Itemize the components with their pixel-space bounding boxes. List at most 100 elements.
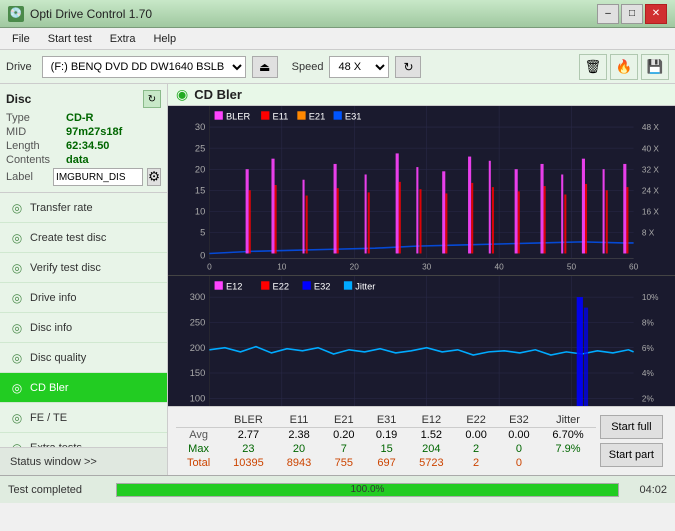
sidebar-item-create-test-disc[interactable]: ◎ Create test disc [0,223,167,253]
app-icon: 💿 [8,6,24,22]
sidebar-item-disc-quality[interactable]: ◎ Disc quality [0,343,167,373]
bottom-chart-svg: 300 250 200 150 100 50 10% 8% 6% 4% 2% 0… [168,276,675,406]
svg-text:0: 0 [200,250,205,261]
sidebar-item-transfer-rate[interactable]: ◎ Transfer rate [0,193,167,223]
svg-text:20: 20 [195,163,205,174]
drive-info-label: Drive info [30,292,76,304]
label-input[interactable] [53,168,143,186]
close-button[interactable]: ✕ [645,4,667,24]
drive-label: Drive [6,61,32,73]
max-e12: 204 [408,442,455,456]
chart-top: 30 25 20 15 10 5 0 48 X 40 X 32 X 24 X 1… [168,106,675,276]
app-title: Opti Drive Control 1.70 [30,7,152,21]
svg-text:8%: 8% [642,317,655,327]
chart-bottom: 300 250 200 150 100 50 10% 8% 6% 4% 2% 0… [168,276,675,406]
minimize-button[interactable]: – [597,4,619,24]
sidebar-item-disc-info[interactable]: ◎ Disc info [0,313,167,343]
stats-header-e11: E11 [276,413,323,428]
verify-test-disc-icon: ◎ [10,261,24,275]
chart-title: CD Bler [194,87,242,102]
contents-value: data [66,154,89,166]
sidebar-item-cd-bler[interactable]: ◎ CD Bler [0,373,167,403]
menu-file[interactable]: File [4,31,38,47]
chart-header: ◉ CD Bler [168,84,675,106]
drive-info-icon: ◎ [10,291,24,305]
table-row: Total 10395 8943 755 697 5723 2 0 [176,456,596,470]
avg-e12: 1.52 [408,427,455,442]
fe-te-label: FE / TE [30,412,67,424]
svg-text:20: 20 [350,261,360,271]
max-label: Max [176,442,221,456]
main-layout: Disc ↻ Type CD-R MID 97m27s18f Length 62… [0,84,675,475]
start-part-button[interactable]: Start part [600,443,663,467]
max-jitter: 7.9% [540,442,595,456]
disc-quality-icon: ◎ [10,351,24,365]
mid-value: 97m27s18f [66,126,122,138]
sidebar-item-verify-test-disc[interactable]: ◎ Verify test disc [0,253,167,283]
menu-help[interactable]: Help [145,31,184,47]
avg-e21: 0.20 [322,427,365,442]
sidebar-nav: ◎ Transfer rate ◎ Create test disc ◎ Ver… [0,193,167,447]
svg-text:10: 10 [277,261,287,271]
burn-button[interactable]: 🔥 [610,54,638,80]
time-text: 04:02 [627,484,667,496]
stats-header-bler: BLER [221,413,276,428]
start-full-button[interactable]: Start full [600,415,663,439]
maximize-button[interactable]: □ [621,4,643,24]
svg-text:0: 0 [207,261,212,271]
fe-te-icon: ◎ [10,411,24,425]
menu-start-test[interactable]: Start test [40,31,100,47]
stats-header-empty [176,413,221,428]
svg-text:10: 10 [195,205,205,216]
max-e11: 20 [276,442,323,456]
svg-text:5: 5 [200,226,205,237]
total-e21: 755 [322,456,365,470]
max-e32: 0 [498,442,541,456]
svg-text:60: 60 [629,261,639,271]
svg-text:50: 50 [567,261,577,271]
svg-text:E21: E21 [309,111,326,122]
svg-text:30: 30 [195,121,205,132]
table-row: Max 23 20 7 15 204 2 0 7.9% [176,442,596,456]
create-test-disc-icon: ◎ [10,231,24,245]
status-text: Test completed [8,484,108,496]
svg-text:40: 40 [495,261,505,271]
stats-area: BLER E11 E21 E31 E12 E22 E32 Jitter [168,406,675,475]
total-e22: 2 [455,456,498,470]
drive-select[interactable]: (F:) BENQ DVD DD DW1640 BSLB [42,56,246,78]
titlebar: 💿 Opti Drive Control 1.70 – □ ✕ [0,0,675,28]
progress-text: 100.0% [351,484,385,495]
refresh-button[interactable]: ↻ [395,56,421,78]
sidebar-item-extra-tests[interactable]: ◎ Extra tests [0,433,167,447]
status-window-button[interactable]: Status window >> [0,447,167,475]
label-settings-button[interactable]: ⚙ [147,168,161,186]
stats-header-e12: E12 [408,413,455,428]
svg-text:BLER: BLER [226,111,250,122]
menu-extra[interactable]: Extra [102,31,144,47]
verify-test-disc-label: Verify test disc [30,262,101,274]
svg-text:16 X: 16 X [642,206,659,216]
avg-e32: 0.00 [498,427,541,442]
eraser-button[interactable]: 🗑 [579,54,607,80]
cd-bler-label: CD Bler [30,382,69,394]
disc-panel: Disc ↻ Type CD-R MID 97m27s18f Length 62… [0,84,167,193]
svg-text:E11: E11 [273,111,289,122]
eject-button[interactable]: ⏏ [252,56,278,78]
sidebar-item-drive-info[interactable]: ◎ Drive info [0,283,167,313]
svg-text:40 X: 40 X [642,143,659,153]
max-e21: 7 [322,442,365,456]
svg-text:32 X: 32 X [642,164,659,174]
transfer-rate-icon: ◎ [10,201,24,215]
total-e31: 697 [365,456,408,470]
menubar: File Start test Extra Help [0,28,675,50]
stats-header-e31: E31 [365,413,408,428]
action-buttons: Start full Start part [596,411,667,471]
save-button[interactable]: 💾 [641,54,669,80]
stats-header-e32: E32 [498,413,541,428]
speed-select[interactable]: 48 X [329,56,389,78]
avg-bler: 2.77 [221,427,276,442]
disc-refresh-button[interactable]: ↻ [143,90,161,108]
sidebar-item-fe-te[interactable]: ◎ FE / TE [0,403,167,433]
avg-jitter: 6.70% [540,427,595,442]
svg-text:8 X: 8 X [642,227,655,237]
